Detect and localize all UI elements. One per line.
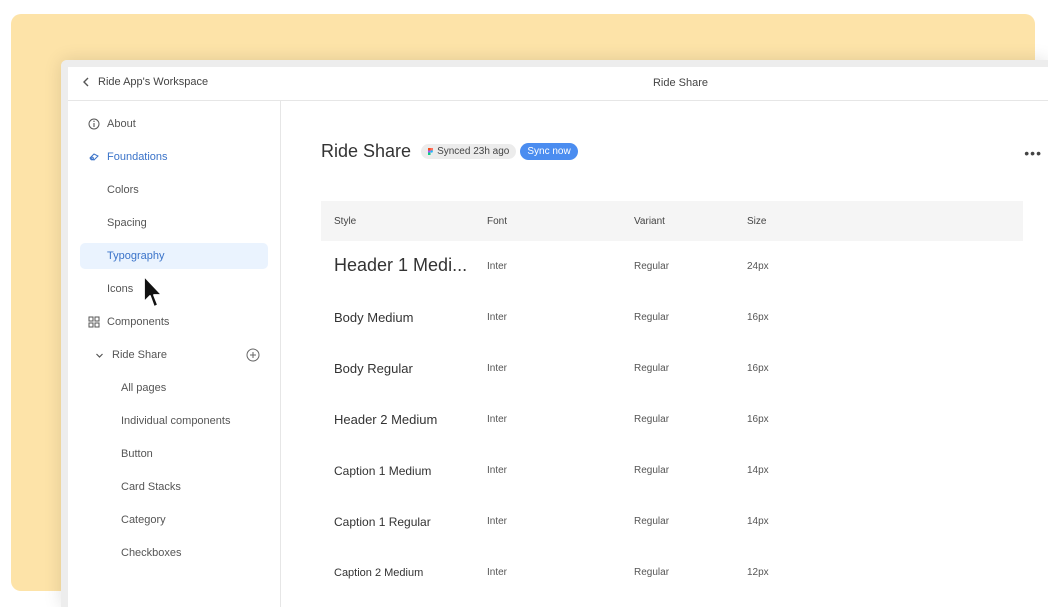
size-cell: 16px — [747, 312, 769, 323]
sidebar-item-spacing[interactable]: Spacing — [80, 210, 268, 236]
sidebar-item-label: Typography — [107, 250, 165, 262]
sidebar-item-label: Category — [121, 514, 166, 526]
sidebar-item-individual-components[interactable]: Individual components — [80, 408, 268, 434]
sidebar: About Foundations Colors Spacing Typogra… — [68, 101, 281, 607]
sidebar-item-components[interactable]: Components — [80, 309, 268, 335]
chevron-down-icon[interactable] — [95, 351, 104, 360]
mouse-cursor-icon — [143, 275, 163, 308]
size-cell: 14px — [747, 465, 769, 476]
font-cell: Inter — [487, 516, 508, 527]
add-circle-icon[interactable] — [246, 348, 260, 362]
sidebar-item-label: Card Stacks — [121, 481, 181, 493]
sidebar-item-colors[interactable]: Colors — [80, 177, 268, 203]
sidebar-item-label: Components — [107, 316, 170, 328]
components-icon — [88, 316, 100, 328]
figma-icon — [428, 148, 434, 155]
foundations-icon — [89, 153, 99, 161]
sync-now-button[interactable]: Sync now — [520, 143, 578, 160]
font-cell: Inter — [487, 261, 508, 272]
info-icon — [88, 118, 100, 130]
sync-status-badge: Synced 23h ago — [421, 144, 517, 159]
style-name: Body Medium — [334, 310, 414, 325]
sidebar-item-label: Colors — [107, 184, 139, 196]
typography-table: Style Font Variant Size Header 1 Medi...… — [321, 201, 1023, 598]
table-row[interactable]: Header 2 Medium Inter Regular 16px — [321, 394, 1023, 445]
variant-cell: Regular — [634, 363, 670, 374]
size-cell: 12px — [747, 567, 769, 578]
style-name: Caption 1 Regular — [334, 514, 431, 529]
sidebar-item-label: Individual components — [121, 415, 231, 427]
more-options-icon[interactable]: ••• — [1024, 145, 1042, 161]
page-title: Ride Share — [321, 141, 412, 161]
column-header-variant[interactable]: Variant — [633, 201, 746, 241]
title-bar: Ride App's Workspace Ride Share — [68, 67, 1048, 101]
variant-cell: Regular — [634, 465, 670, 476]
main-content: Ride Share Synced 23h ago Sync now ••• S… — [281, 101, 1048, 607]
size-cell: 16px — [747, 414, 769, 425]
style-name: Header 1 Medi... — [334, 254, 468, 275]
sidebar-item-label: Ride Share — [112, 349, 168, 361]
sidebar-item-label: All pages — [121, 382, 167, 394]
column-header-style[interactable]: Style — [321, 201, 486, 241]
size-cell: 24px — [747, 261, 769, 272]
sidebar-item-all-pages[interactable]: All pages — [80, 375, 268, 401]
sidebar-item-label: Foundations — [107, 151, 168, 163]
table-row[interactable]: Body Regular Inter Regular 16px — [321, 343, 1023, 394]
table-row[interactable]: Body Medium Inter Regular 16px — [321, 292, 1023, 343]
table-row[interactable]: Header 1 Medi... Inter Regular 24px — [321, 241, 1023, 292]
sidebar-item-label: Icons — [107, 283, 134, 295]
style-name: Header 2 Medium — [334, 412, 438, 427]
sidebar-item-category[interactable]: Category — [80, 507, 268, 533]
font-cell: Inter — [487, 312, 508, 323]
table-row[interactable]: Caption 1 Medium Inter Regular 14px — [321, 445, 1023, 496]
sidebar-item-label: About — [107, 118, 136, 130]
font-cell: Inter — [487, 567, 508, 578]
window-title: Ride Share — [652, 77, 709, 89]
sidebar-item-about[interactable]: About — [80, 111, 268, 137]
variant-cell: Regular — [634, 414, 670, 425]
table-row[interactable]: Caption 2 Medium Inter Regular 12px — [321, 547, 1023, 598]
sidebar-item-checkboxes[interactable]: Checkboxes — [80, 540, 268, 566]
sidebar-item-typography[interactable]: Typography — [80, 243, 268, 269]
variant-cell: Regular — [634, 312, 670, 323]
app-window: Ride App's Workspace Ride Share About Fo… — [61, 60, 1048, 607]
style-name: Body Regular — [334, 361, 413, 376]
table-header-row: Style Font Variant Size — [321, 201, 1023, 241]
variant-cell: Regular — [634, 567, 670, 578]
variant-cell: Regular — [634, 261, 670, 272]
sidebar-item-label: Checkboxes — [121, 547, 182, 559]
sidebar-item-card-stacks[interactable]: Card Stacks — [80, 474, 268, 500]
column-header-size[interactable]: Size — [746, 201, 1023, 241]
sidebar-item-label: Spacing — [107, 217, 147, 229]
style-name: Caption 1 Medium — [334, 463, 432, 478]
table-row[interactable]: Caption 1 Regular Inter Regular 14px — [321, 496, 1023, 547]
style-name: Caption 2 Medium — [334, 566, 424, 579]
font-cell: Inter — [487, 363, 508, 374]
sidebar-item-ride-share[interactable]: Ride Share — [80, 342, 268, 368]
sidebar-item-button[interactable]: Button — [80, 441, 268, 467]
column-header-font[interactable]: Font — [486, 201, 633, 241]
sidebar-item-label: Button — [121, 448, 153, 460]
font-cell: Inter — [487, 465, 508, 476]
size-cell: 14px — [747, 516, 769, 527]
sync-status-label: Synced 23h ago — [437, 146, 510, 157]
font-cell: Inter — [487, 414, 508, 425]
sidebar-item-foundations[interactable]: Foundations — [80, 144, 268, 170]
variant-cell: Regular — [634, 516, 670, 527]
sidebar-item-icons[interactable]: Icons — [80, 276, 268, 302]
size-cell: 16px — [747, 363, 769, 374]
